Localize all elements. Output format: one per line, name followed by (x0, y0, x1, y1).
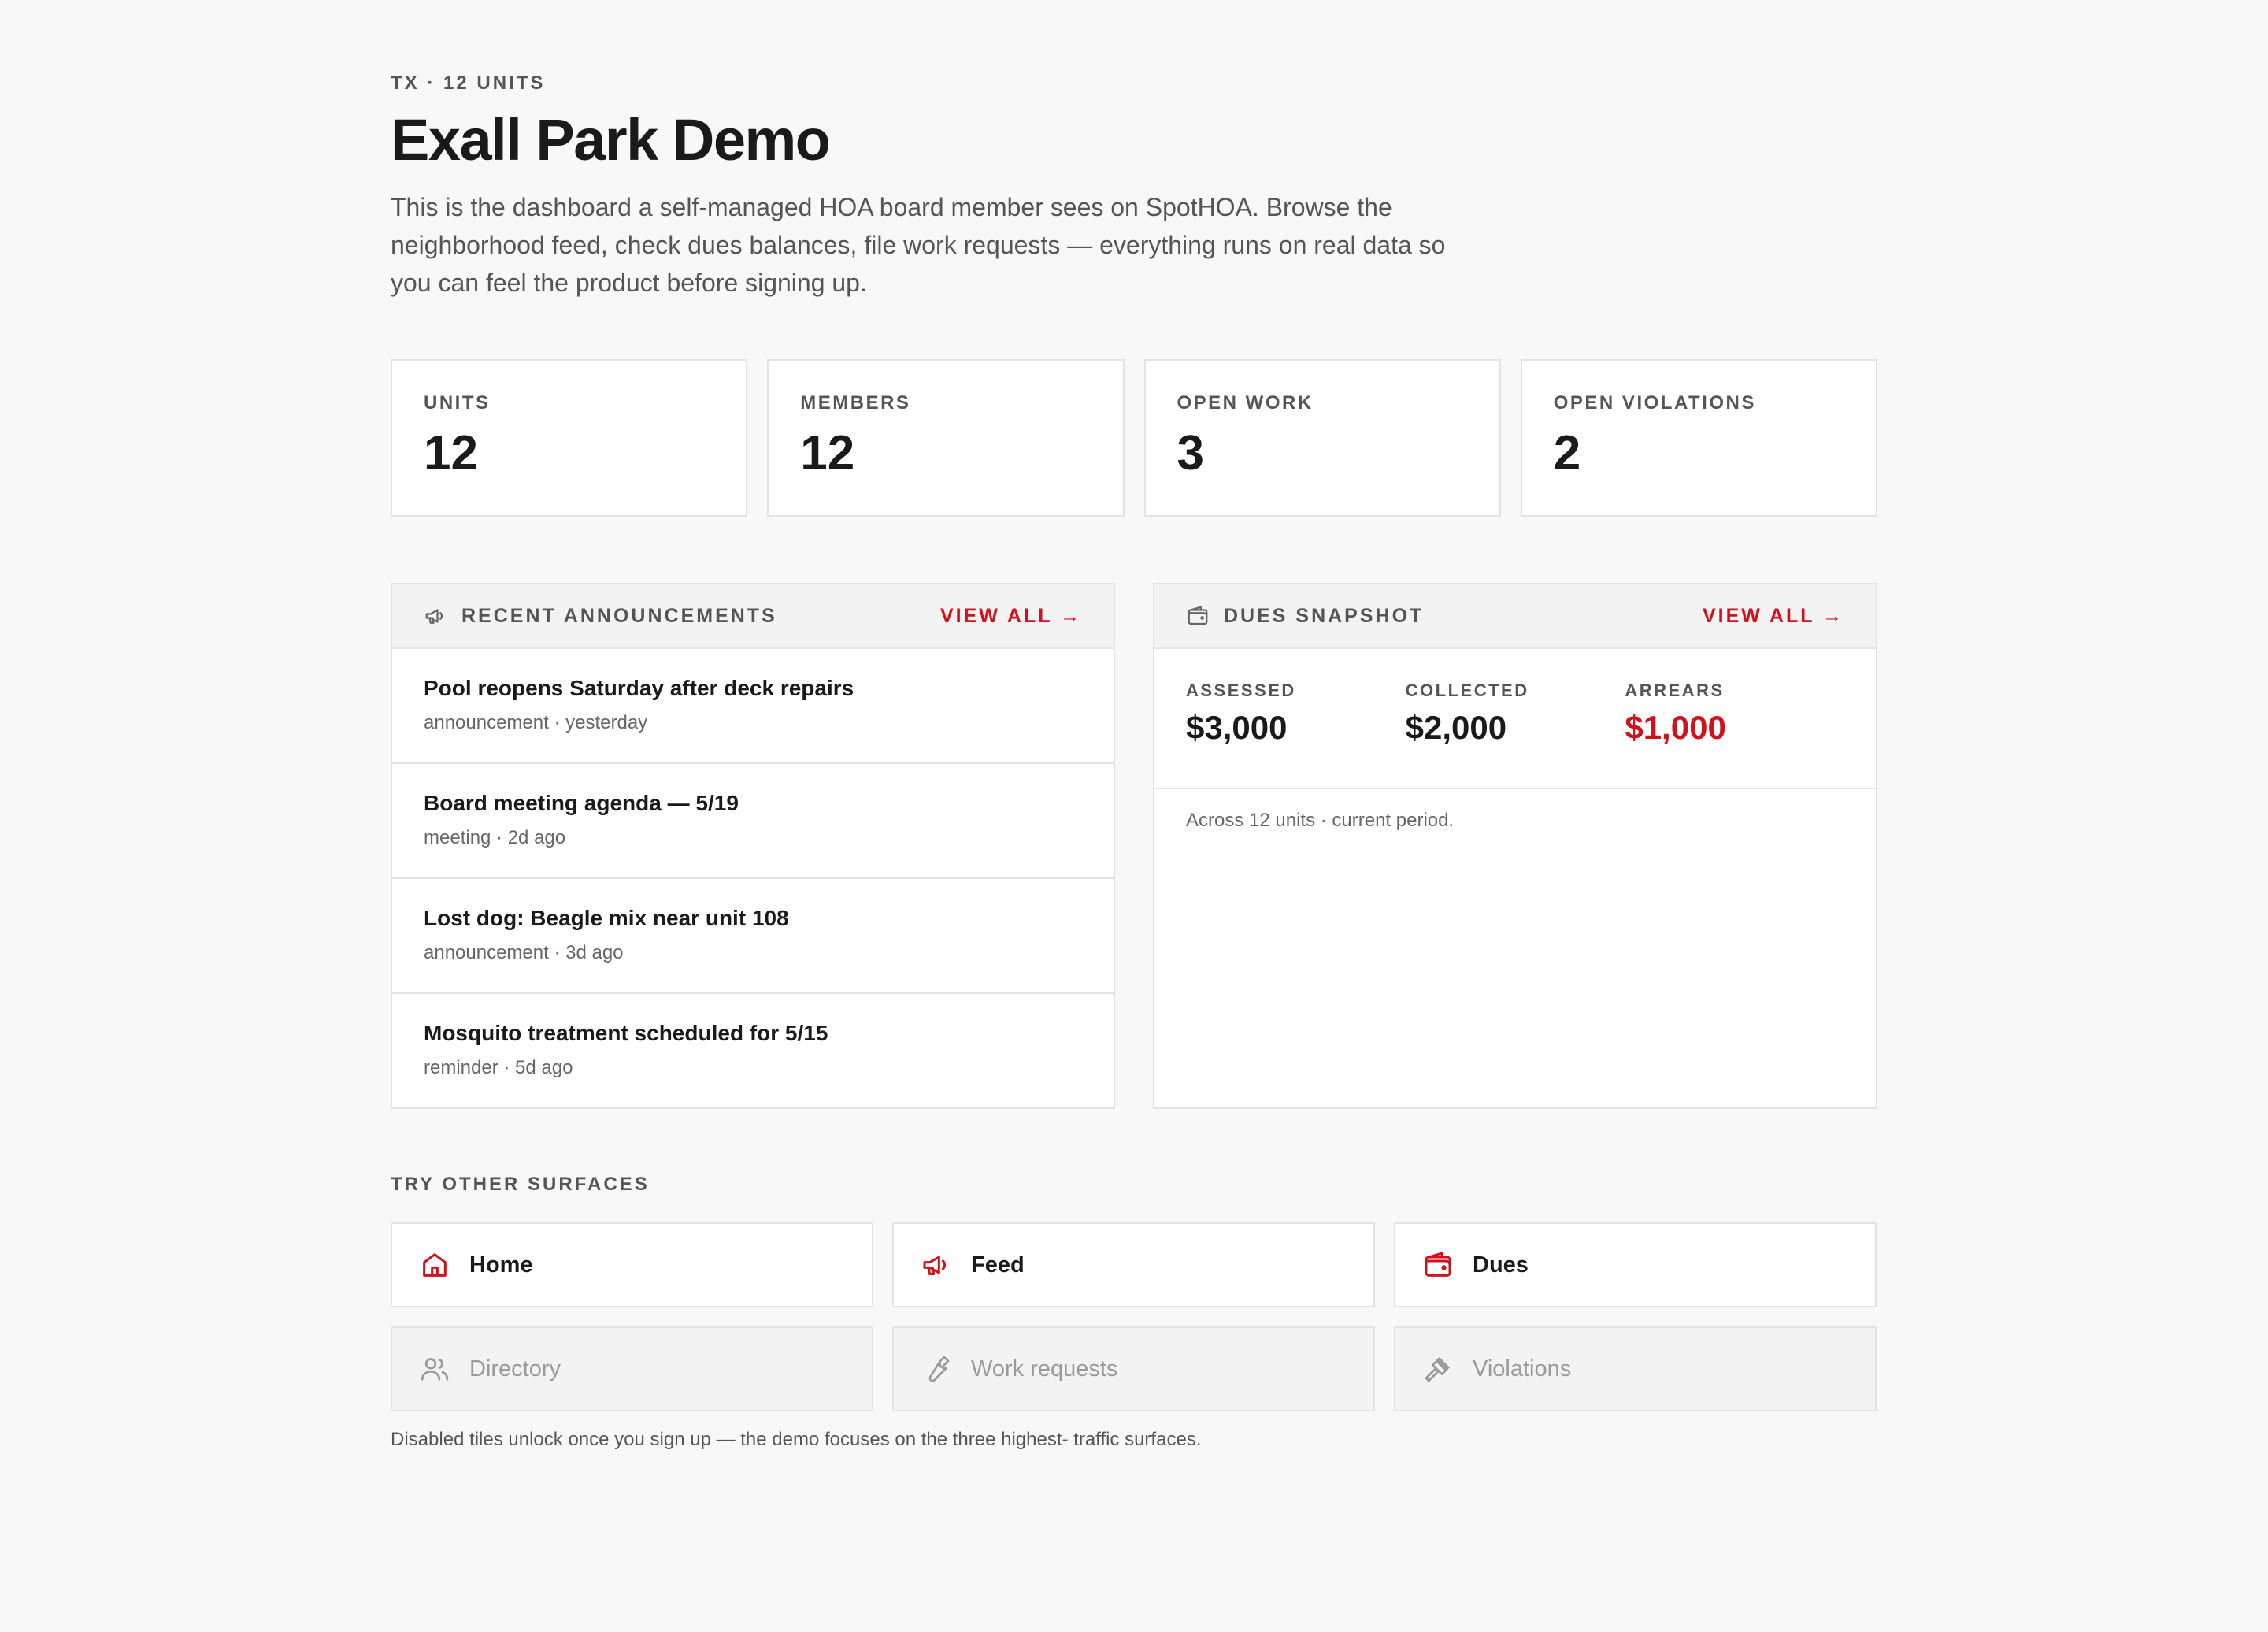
dues-figures: ASSESSED $3,000 COLLECTED $2,000 ARREARS… (1154, 649, 1876, 789)
stat-label: UNITS (424, 392, 491, 414)
surface-tile-feed[interactable]: Feed (892, 1222, 1375, 1307)
dues-title: DUES SNAPSHOT (1224, 604, 1425, 627)
dues-note: Across 12 units · current period. (1186, 810, 1455, 831)
surface-tile-directory: Directory (391, 1326, 873, 1411)
stat-card-units: UNITS 12 (391, 359, 748, 517)
announcements-view-all-link[interactable]: VIEW ALL → (940, 605, 1082, 628)
surface-tile-label: Feed (971, 1252, 1025, 1278)
page-title: Exall Park Demo (391, 107, 831, 172)
dues-collected-value: $2,000 (1405, 709, 1507, 746)
wrench-icon (921, 1353, 952, 1385)
dues-arrears-label: ARREARS (1625, 681, 1725, 700)
location-eyebrow: TX · 12 UNITS (391, 72, 546, 94)
stat-label: OPEN WORK (1177, 392, 1314, 414)
surface-tile-dues[interactable]: Dues (1394, 1222, 1877, 1307)
stat-label: OPEN VIOLATIONS (1553, 392, 1756, 414)
announcement-meta: reminder · 5d ago (424, 1057, 573, 1078)
announcements-panel: RECENT ANNOUNCEMENTS VIEW ALL → Pool reo… (391, 583, 1115, 1109)
stat-value: 12 (800, 426, 855, 480)
stat-card-members: MEMBERS 12 (767, 359, 1125, 517)
stat-label: MEMBERS (800, 392, 911, 414)
stat-card-open-violations: OPEN VIOLATIONS 2 (1520, 359, 1877, 517)
stat-value: 12 (424, 426, 478, 480)
announcement-title: Pool reopens Saturday after deck repairs (424, 676, 854, 700)
dues-arrears: ARREARS $1,000 (1625, 681, 1844, 788)
wallet-icon (1186, 604, 1210, 628)
announcement-meta: meeting · 2d ago (424, 827, 566, 848)
surface-tile-work-requests: Work requests (892, 1326, 1375, 1411)
surface-tile-label: Violations (1473, 1356, 1572, 1382)
announcement-list: Pool reopens Saturday after deck repairs… (392, 649, 1114, 1109)
announcement-title: Mosquito treatment scheduled for 5/15 (424, 1021, 828, 1045)
dues-header: DUES SNAPSHOT VIEW ALL → (1154, 584, 1876, 649)
wallet-icon (1422, 1249, 1454, 1281)
demo-dashboard: TX · 12 UNITS Exall Park Demo This is th… (391, 72, 1877, 1450)
dues-arrears-value: $1,000 (1625, 709, 1726, 746)
dues-collected: COLLECTED $2,000 (1406, 681, 1625, 788)
home-icon (419, 1249, 450, 1281)
megaphone-icon (424, 604, 447, 628)
gavel-icon (1422, 1353, 1454, 1385)
dues-collected-label: COLLECTED (1405, 681, 1529, 700)
announcement-item[interactable]: Mosquito treatment scheduled for 5/15 re… (392, 994, 1114, 1109)
surface-tile-label: Dues (1473, 1252, 1529, 1278)
announcements-title: RECENT ANNOUNCEMENTS (461, 604, 777, 627)
dues-assessed-value: $3,000 (1186, 709, 1288, 746)
surfaces-grid: Home Feed Dues Directory Work requests V… (391, 1222, 1877, 1411)
surface-tile-home[interactable]: Home (391, 1222, 873, 1307)
surfaces-section-label: TRY OTHER SURFACES (391, 1174, 650, 1195)
announcement-title: Lost dog: Beagle mix near unit 108 (424, 906, 789, 930)
intro-text: This is the dashboard a self-managed HOA… (391, 192, 1446, 297)
dues-view-all-link[interactable]: VIEW ALL → (1703, 605, 1844, 628)
stat-value: 2 (1553, 426, 1581, 480)
surface-tile-label: Work requests (971, 1356, 1118, 1382)
announcements-header: RECENT ANNOUNCEMENTS VIEW ALL → (392, 584, 1114, 649)
surfaces-footnote: Disabled tiles unlock once you sign up —… (391, 1429, 1202, 1450)
announcement-meta: announcement · 3d ago (424, 942, 624, 963)
announcement-item[interactable]: Pool reopens Saturday after deck repairs… (392, 649, 1114, 764)
announcement-item[interactable]: Board meeting agenda — 5/19 meeting · 2d… (392, 764, 1114, 879)
stat-card-open-work: OPEN WORK 3 (1143, 359, 1501, 517)
dues-assessed-label: ASSESSED (1186, 681, 1296, 700)
users-icon (419, 1353, 450, 1385)
dues-panel: DUES SNAPSHOT VIEW ALL → ASSESSED $3,000… (1153, 583, 1877, 1109)
stat-value: 3 (1177, 426, 1204, 480)
announcement-meta: announcement · yesterday (424, 712, 648, 733)
surface-tile-violations: Violations (1394, 1326, 1877, 1411)
announcement-title: Board meeting agenda — 5/19 (424, 791, 739, 815)
surface-tile-label: Directory (469, 1356, 561, 1382)
stats-row: UNITS 12 MEMBERS 12 OPEN WORK 3 OPEN VIO… (391, 359, 1877, 517)
surface-tile-label: Home (469, 1252, 533, 1278)
megaphone-icon (921, 1249, 952, 1281)
announcement-item[interactable]: Lost dog: Beagle mix near unit 108 annou… (392, 879, 1114, 994)
dues-assessed: ASSESSED $3,000 (1186, 681, 1406, 788)
